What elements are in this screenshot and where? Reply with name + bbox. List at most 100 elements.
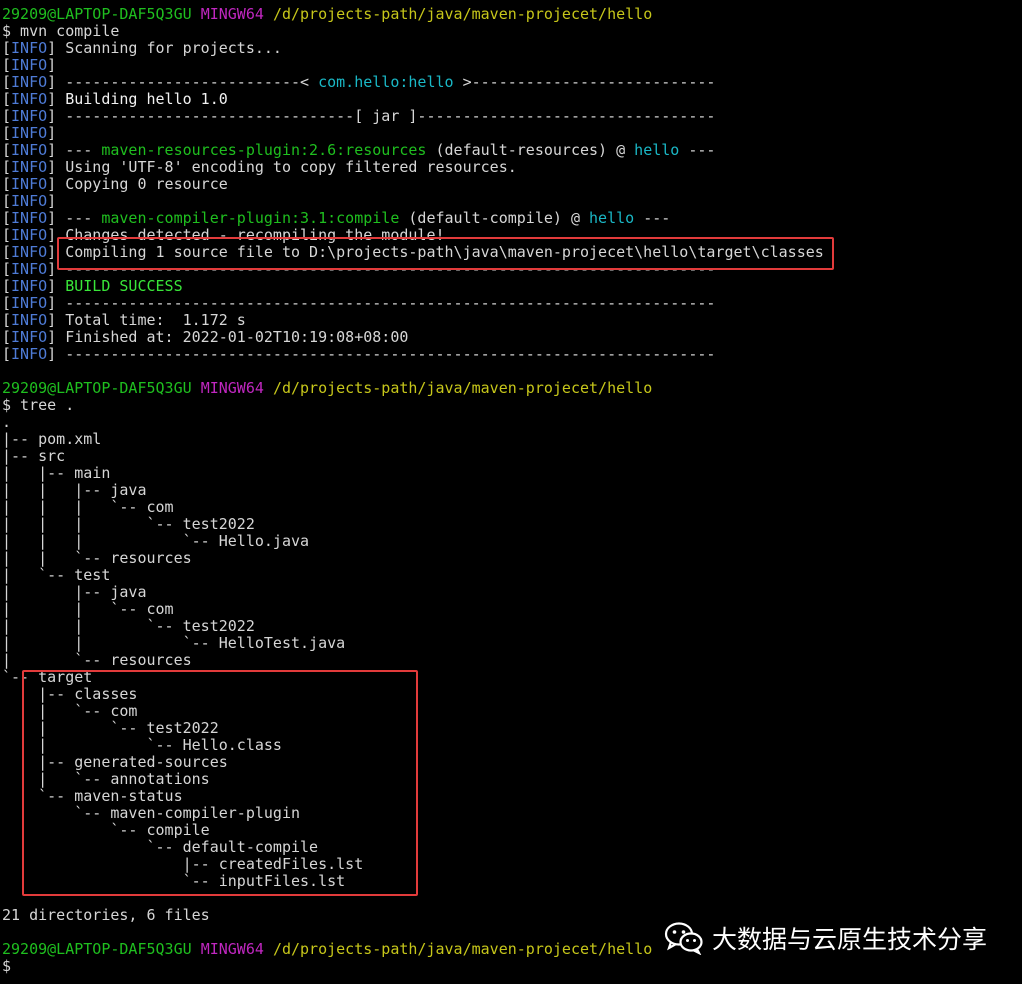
- terminal-text-segment: ---: [634, 210, 671, 227]
- terminal-line: | `-- resources: [2, 652, 1020, 669]
- terminal-line: [INFO] ---------------------------------…: [2, 295, 1020, 312]
- terminal-text-segment: INFO: [11, 57, 48, 74]
- terminal-line: | |-- main: [2, 465, 1020, 482]
- terminal-text-segment: [: [2, 74, 12, 91]
- terminal-text-segment: [: [2, 227, 12, 244]
- terminal-text-segment: $ tree .: [2, 397, 75, 414]
- terminal-text-segment: INFO: [11, 261, 48, 278]
- terminal-text-segment: INFO: [11, 193, 48, 210]
- terminal-text-segment: [: [2, 261, 12, 278]
- terminal-text-segment: [: [2, 295, 12, 312]
- terminal-line: | | | `-- Hello.java: [2, 533, 1020, 550]
- terminal-line: | | `-- HelloTest.java: [2, 635, 1020, 652]
- terminal-text-segment: INFO: [11, 176, 48, 193]
- terminal-text-segment: | `-- resources: [2, 652, 192, 669]
- terminal-line: | | | `-- com: [2, 499, 1020, 516]
- terminal-line: [INFO]: [2, 57, 1020, 74]
- terminal-text-segment: /d/projects-path/java/maven-projecet/hel…: [272, 941, 653, 958]
- terminal-text-segment: hello: [634, 142, 680, 159]
- terminal-text-segment: MINGW64: [200, 380, 273, 397]
- terminal-line: [INFO]: [2, 125, 1020, 142]
- compile-line-highlight: [57, 237, 834, 270]
- terminal-text-segment: |-- src: [2, 448, 66, 465]
- terminal-text-segment: (default-compile) @: [399, 210, 590, 227]
- terminal-line: [INFO] --------------------------------[…: [2, 108, 1020, 125]
- terminal-text-segment: [: [2, 329, 12, 346]
- watermark: 大数据与云原生技术分享: [664, 918, 987, 958]
- terminal-text-segment: |-- pom.xml: [2, 431, 102, 448]
- terminal-text-segment: | |-- main: [2, 465, 111, 482]
- terminal-text-segment: | | `-- com: [2, 601, 174, 618]
- terminal-text-segment: maven-resources-plugin:2.6:resources: [101, 142, 427, 159]
- terminal-text-segment: INFO: [11, 40, 48, 57]
- terminal-text-segment: ] --------------------------------[ jar …: [47, 108, 716, 125]
- terminal-text-segment: INFO: [11, 74, 48, 91]
- terminal-line: |-- src: [2, 448, 1020, 465]
- terminal-line: | | |-- java: [2, 482, 1020, 499]
- terminal-text-segment: 29209@LAPTOP-DAF5Q3GU: [2, 6, 201, 23]
- terminal-text-segment: INFO: [11, 227, 48, 244]
- terminal-text-segment: INFO: [11, 210, 48, 227]
- terminal-text-segment: ] Copying 0 resource: [47, 176, 228, 193]
- terminal-line: [INFO] Scanning for projects...: [2, 40, 1020, 57]
- terminal-text-segment: | | | `-- com: [2, 499, 174, 516]
- terminal-line: | |-- java: [2, 584, 1020, 601]
- terminal-text-segment: ] Using 'UTF-8' encoding to copy filtere…: [47, 159, 517, 176]
- terminal-text-segment: | | | `-- Hello.java: [2, 533, 310, 550]
- terminal-text-segment: INFO: [11, 329, 48, 346]
- terminal-text-segment: INFO: [11, 346, 48, 363]
- terminal-line: [INFO] Total time: 1.172 s: [2, 312, 1020, 329]
- terminal-text-segment: ] --------------------------------------…: [47, 346, 716, 363]
- target-tree-highlight: [22, 670, 418, 896]
- terminal-line: 29209@LAPTOP-DAF5Q3GU MINGW64 /d/project…: [2, 380, 1020, 397]
- terminal-text-segment: maven-compiler-plugin:3.1:compile: [101, 210, 400, 227]
- terminal-line: [INFO]: [2, 193, 1020, 210]
- terminal-text-segment: | `-- test: [2, 567, 111, 584]
- terminal-line: | | | `-- test2022: [2, 516, 1020, 533]
- terminal-line: | | `-- test2022: [2, 618, 1020, 635]
- terminal-text-segment: | | | `-- test2022: [2, 516, 255, 533]
- terminal-text-segment: | |-- java: [2, 584, 147, 601]
- terminal-text-segment: /d/projects-path/java/maven-projecet/hel…: [272, 380, 653, 397]
- terminal-text-segment: MINGW64: [200, 941, 273, 958]
- terminal-text-segment: [: [2, 91, 12, 108]
- terminal-text-segment: [: [2, 125, 12, 142]
- terminal-line: [INFO] BUILD SUCCESS: [2, 278, 1020, 295]
- terminal-text-segment: 29209@LAPTOP-DAF5Q3GU: [2, 941, 201, 958]
- terminal-text-segment: ]: [47, 125, 57, 142]
- terminal-text-segment: ]: [47, 193, 57, 210]
- terminal-text-segment: >---------------------------: [453, 74, 716, 91]
- terminal-text-segment: [: [2, 159, 12, 176]
- terminal-text-segment: /d/projects-path/java/maven-projecet/hel…: [272, 6, 653, 23]
- terminal-line: [INFO] --------------------------< com.h…: [2, 74, 1020, 91]
- terminal-line: $ mvn compile: [2, 23, 1020, 40]
- terminal-line: | | `-- com: [2, 601, 1020, 618]
- terminal-text-segment: $: [2, 958, 12, 975]
- terminal-text-segment: INFO: [11, 312, 48, 329]
- terminal-line: | | `-- resources: [2, 550, 1020, 567]
- terminal-text-segment: ]: [47, 57, 57, 74]
- terminal-line: $: [2, 958, 1020, 975]
- terminal-text-segment: INFO: [11, 142, 48, 159]
- terminal-text-segment: @: [616, 142, 635, 159]
- terminal-text-segment: ]: [47, 91, 66, 108]
- terminal-text-segment: INFO: [11, 125, 48, 142]
- terminal-text-segment: BUILD SUCCESS: [65, 278, 183, 295]
- terminal-text-segment: INFO: [11, 244, 48, 261]
- terminal-text-segment: ] ---: [47, 142, 102, 159]
- terminal-text-segment: com.hello:hello: [318, 74, 454, 91]
- terminal-text-segment: 21 directories, 6 files: [2, 907, 210, 924]
- terminal-line: [INFO] Copying 0 resource: [2, 176, 1020, 193]
- terminal-line: |-- pom.xml: [2, 431, 1020, 448]
- terminal-text-segment: INFO: [11, 108, 48, 125]
- terminal-text-segment: INFO: [11, 295, 48, 312]
- terminal-text-segment: [: [2, 312, 12, 329]
- terminal-text-segment: ] Finished at: 2022-01-02T10:19:08+08:00: [47, 329, 409, 346]
- terminal-text-segment: ]: [47, 278, 66, 295]
- terminal-text-segment: .: [2, 414, 12, 431]
- terminal-text-segment: ] --------------------------<: [47, 74, 319, 91]
- terminal-text-segment: [: [2, 142, 12, 159]
- terminal-text-segment: (default-resources): [426, 142, 617, 159]
- terminal-line: [INFO] Using 'UTF-8' encoding to copy fi…: [2, 159, 1020, 176]
